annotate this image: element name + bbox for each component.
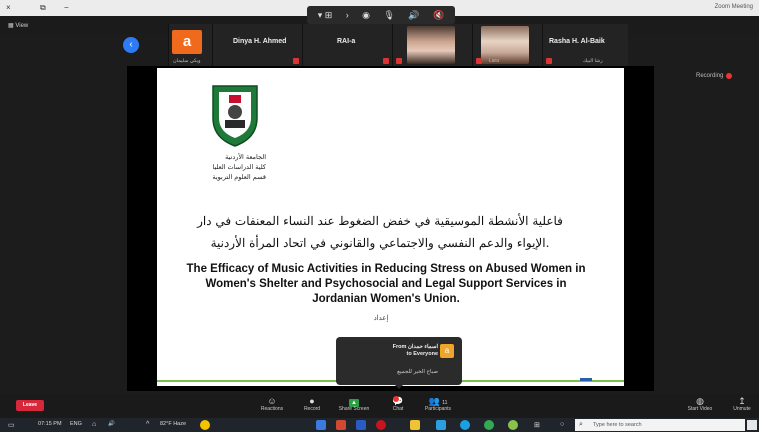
muted-mic-icon bbox=[293, 58, 299, 64]
muted-mic-icon bbox=[546, 58, 552, 64]
opera-app-icon[interactable] bbox=[376, 420, 386, 430]
prepared-by-label: إعداد bbox=[373, 314, 389, 322]
share-screen-button[interactable]: ▲ Share Screen bbox=[336, 396, 372, 412]
english-thesis-title: The Efficacy of Music Activities in Redu… bbox=[186, 263, 586, 305]
participant-subname: Lara bbox=[489, 58, 500, 64]
weather-widget[interactable]: 82°F Haze bbox=[160, 421, 186, 427]
windows-taskbar: ▭ 07:15 PM ENG ⌂ 🔊 ^ 82°F Haze ⊞ ○ ⌕ Typ… bbox=[0, 418, 759, 432]
recording-label: Recording bbox=[696, 73, 724, 79]
meeting-toolbar: ↥ Unmute ◍ Start Video 👥 11 Participants… bbox=[0, 394, 759, 418]
close-window-button[interactable]: × bbox=[6, 3, 11, 12]
search-icon: ⌕ bbox=[579, 421, 583, 428]
file-explorer-icon[interactable] bbox=[410, 420, 420, 430]
network-icon[interactable]: ⌂ bbox=[92, 421, 96, 428]
reactions-button[interactable]: ☺ Reactions bbox=[254, 396, 290, 412]
record-icon: ● bbox=[309, 396, 315, 406]
zoom-window: × ⧉ − Zoom Meeting ▦ View ▾ ⊞ › ◉ 🎙 🔊 🔇 … bbox=[0, 0, 759, 432]
arabic-thesis-title: فاعلية الأنشطة الموسيقية في خفض الضغوط ع… bbox=[197, 214, 563, 250]
restore-window-button[interactable]: ⧉ bbox=[40, 3, 46, 12]
next-page-button[interactable]: › bbox=[346, 10, 349, 20]
mic-icon[interactable]: 🎙 bbox=[383, 10, 394, 21]
powerpoint-app-icon[interactable] bbox=[336, 420, 346, 430]
start-video-button[interactable]: ◍ Start Video bbox=[682, 396, 718, 412]
view-button[interactable]: ▦ View bbox=[8, 22, 28, 29]
muted-mic-icon bbox=[383, 58, 389, 64]
zoom-app-icon[interactable] bbox=[316, 420, 326, 430]
record-indicator-icon: ◉ bbox=[362, 9, 371, 20]
participant-name: Dinya H. Ahmed bbox=[233, 38, 287, 45]
slide-accent bbox=[580, 378, 592, 381]
tray-chevron-icon[interactable]: ^ bbox=[146, 421, 149, 428]
volume-icon[interactable]: 🔊 bbox=[108, 421, 115, 427]
leave-button[interactable]: Leave bbox=[16, 400, 44, 411]
participant-tile[interactable]: Rasha H. Al-Baik رشا البيك bbox=[542, 24, 628, 66]
clock[interactable]: 07:15 PM bbox=[38, 421, 62, 427]
university-logo-icon bbox=[212, 85, 258, 147]
language-indicator[interactable]: ENG bbox=[70, 421, 82, 427]
sender-avatar: a bbox=[440, 344, 454, 358]
word-app-icon[interactable] bbox=[356, 420, 366, 430]
participants-button[interactable]: 👥 11 Participants bbox=[420, 396, 456, 412]
participants-icon: 👥 11 bbox=[428, 396, 448, 406]
recording-dot-icon bbox=[726, 73, 733, 79]
speaker-controls: ▾ ⊞ › ◉ 🎙 🔊 🔇 bbox=[307, 6, 455, 24]
reactions-icon: ☺ bbox=[267, 396, 277, 406]
participant-strip: Rasha H. Al-Baik رشا البيك Lara RAI-a Di… bbox=[168, 24, 628, 66]
record-button[interactable]: ● Record bbox=[294, 396, 330, 412]
weather-sun-icon bbox=[200, 420, 210, 430]
participant-name: Rasha H. Al-Baik bbox=[549, 38, 605, 45]
chat-notification[interactable]: a From اسماء حمدان to Everyone صباح الخي… bbox=[336, 337, 462, 385]
participant-tile[interactable]: Lara bbox=[472, 24, 542, 66]
speaker-icon[interactable]: 🔊 bbox=[408, 10, 419, 21]
participant-name: RAI-a bbox=[337, 38, 356, 45]
taskbar-search[interactable]: ⌕ Type here to search bbox=[575, 419, 745, 431]
layout-mode-button[interactable]: ▾ ⊞ bbox=[318, 10, 333, 21]
show-desktop-icon[interactable]: ▭ bbox=[8, 421, 15, 429]
video-camera-icon: ◍ bbox=[696, 396, 704, 406]
participant-subname: ويكي سليمان bbox=[173, 58, 201, 64]
chat-sender: From اسماء حمدان to Everyone bbox=[392, 344, 438, 357]
browser-app-icon[interactable] bbox=[508, 420, 518, 430]
microphone-icon: ↥ bbox=[738, 396, 746, 406]
cortana-icon[interactable]: ○ bbox=[560, 421, 564, 428]
chat-message: صباح الخير للجميع bbox=[397, 369, 438, 375]
mute-icon[interactable]: 🔇 bbox=[433, 10, 444, 21]
participant-subname: رشا البيك bbox=[583, 58, 603, 64]
app-title: Zoom Meeting bbox=[714, 4, 753, 10]
participant-tile[interactable]: RAI-a bbox=[302, 24, 392, 66]
chrome-app-icon[interactable] bbox=[484, 420, 494, 430]
muted-mic-icon bbox=[476, 58, 482, 64]
participant-video bbox=[407, 26, 455, 64]
previous-page-button[interactable]: ‹ bbox=[123, 37, 139, 53]
task-view-icon[interactable]: ⊞ bbox=[534, 421, 540, 429]
mail-app-icon[interactable] bbox=[436, 420, 446, 430]
university-caption: الجامعة الأردنية كلية الدراسات العليا قس… bbox=[212, 153, 266, 181]
recording-indicator: Recording bbox=[696, 73, 733, 79]
unread-chat-badge bbox=[393, 396, 399, 402]
participant-avatar: a bbox=[172, 30, 202, 54]
muted-mic-icon bbox=[396, 58, 402, 64]
edge-app-icon[interactable] bbox=[460, 420, 470, 430]
unmute-button[interactable]: ↥ Unmute bbox=[724, 396, 759, 412]
windows-start-icon[interactable] bbox=[747, 420, 757, 430]
popup-pointer bbox=[394, 384, 404, 389]
participant-tile[interactable]: Dinya H. Ahmed bbox=[212, 24, 302, 66]
minimize-window-button[interactable]: − bbox=[64, 3, 69, 12]
participant-tile[interactable] bbox=[392, 24, 472, 66]
